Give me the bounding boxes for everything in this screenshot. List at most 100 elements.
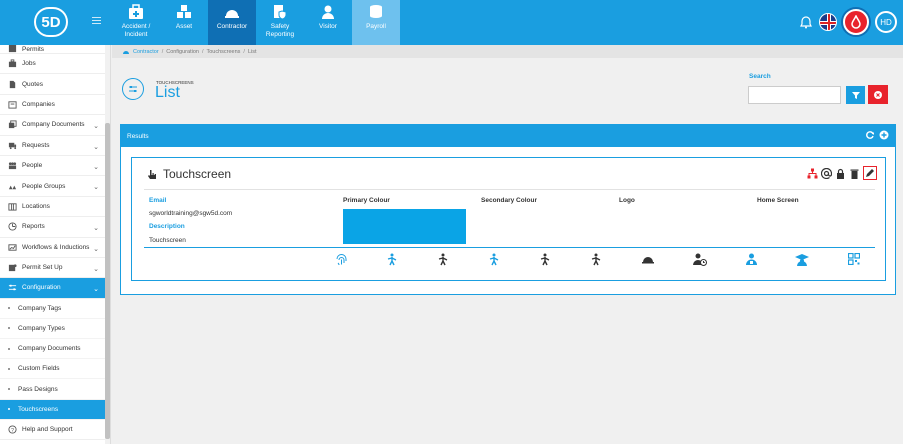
module-label: Payroll xyxy=(366,23,386,30)
uk-flag-icon[interactable] xyxy=(819,13,837,31)
hierarchy-button[interactable] xyxy=(807,168,818,179)
document-icon xyxy=(9,80,16,88)
home-screen-label: Home Screen xyxy=(757,197,799,204)
user-avatar[interactable]: HD xyxy=(875,11,897,33)
refresh-icon[interactable] xyxy=(865,130,875,140)
sidebar-item-configuration[interactable]: Configuration ⌄ xyxy=(0,278,110,299)
card-bottom-line xyxy=(144,247,875,248)
sidebar-subitem-company-types[interactable]: Company Types xyxy=(0,319,110,340)
chevron-down-icon: ⌄ xyxy=(93,143,99,151)
breadcrumb-touchscreens[interactable]: Touchscreens xyxy=(206,49,240,55)
sidebar-item-people[interactable]: People ⌄ xyxy=(0,156,110,177)
email-button[interactable] xyxy=(821,167,832,179)
permit-icon xyxy=(8,45,17,53)
sidebar-item-label: Quotes xyxy=(22,80,43,88)
sidebar-subitem-touchscreens[interactable]: Touchscreens xyxy=(0,399,110,420)
first-aid-kit-icon xyxy=(129,4,143,19)
sidebar-scrollbar[interactable] xyxy=(105,45,110,444)
bullet-icon xyxy=(8,367,10,370)
module-payroll[interactable]: Payroll xyxy=(352,0,400,45)
sidebar-subitem-company-tags[interactable]: Company Tags xyxy=(0,299,110,319)
sidebar-item-label: People xyxy=(22,162,43,170)
module-visitor[interactable]: Visitor xyxy=(304,0,352,45)
documents-icon xyxy=(8,120,17,129)
module-asset[interactable]: Asset xyxy=(160,0,208,45)
search-label: Search xyxy=(749,73,771,80)
sidebar-item-reports[interactable]: Reports ⌄ xyxy=(0,217,110,238)
person-badge-icon xyxy=(744,252,758,266)
sidebar-item-label: Configuration xyxy=(22,284,61,292)
walk-out-icon xyxy=(436,252,450,266)
add-icon[interactable] xyxy=(879,130,889,140)
at-sign-icon xyxy=(821,167,832,179)
module-safety-reporting[interactable]: Safety Reporting xyxy=(256,0,304,45)
sidebar-subitem-custom-fields[interactable]: Custom Fields xyxy=(0,359,110,380)
module-accident-incident[interactable]: Accident / Incident xyxy=(112,0,160,45)
chevron-down-icon: ⌄ xyxy=(93,286,99,294)
sidebar-item-requests[interactable]: Requests ⌄ xyxy=(0,136,110,156)
walk-out-icon-2 xyxy=(538,252,552,266)
breadcrumb-configuration[interactable]: Configuration xyxy=(166,49,199,55)
sidebar-item-people-groups[interactable]: People Groups ⌄ xyxy=(0,176,110,197)
page-header: TOUCHSCREENS List Search xyxy=(112,58,903,114)
module-label: Asset xyxy=(175,23,193,30)
sidebar-subitem-pass-designs[interactable]: Pass Designs xyxy=(0,379,110,400)
close-circle-icon xyxy=(874,90,882,99)
sidebar-item-permit-set-up[interactable]: Permit Set Up ⌄ xyxy=(0,258,110,279)
top-bar: 5D Accident / Incident Asset Contractor … xyxy=(0,0,903,45)
breadcrumb-separator: / xyxy=(161,48,164,55)
sidebar-item-label: Permits xyxy=(22,46,45,53)
boxes-icon xyxy=(177,5,191,18)
sidebar-subitem-label: Company Tags xyxy=(18,304,62,312)
sidebar-item-locations[interactable]: Locations xyxy=(0,197,110,218)
filter-button[interactable] xyxy=(846,86,865,104)
sidebar-item-company-documents[interactable]: Company Documents ⌄ xyxy=(0,115,110,136)
people-icon xyxy=(8,162,17,170)
search-input[interactable] xyxy=(748,86,841,104)
sidebar-item-permits[interactable]: Permits ⌄ xyxy=(0,45,110,54)
sidebar-item-workflows[interactable]: Workflows & Inductions ⌄ xyxy=(0,238,110,258)
breadcrumb-contractor[interactable]: Contractor xyxy=(133,49,159,55)
module-label: Safety Reporting xyxy=(265,23,295,38)
map-icon xyxy=(8,203,17,211)
delete-button[interactable] xyxy=(849,168,860,179)
bell-icon[interactable] xyxy=(799,15,813,29)
sidebar-item-companies[interactable]: Companies xyxy=(0,95,110,116)
logo-area: 5D xyxy=(0,0,110,45)
trash-icon xyxy=(850,169,859,179)
shield-clipboard-icon xyxy=(274,5,287,20)
scrollbar-thumb[interactable] xyxy=(105,123,110,439)
blood-drop-button[interactable] xyxy=(843,9,869,35)
sidebar-item-label: Requests xyxy=(22,141,50,149)
primary-colour-label: Primary Colour xyxy=(343,197,390,204)
sidebar-item-help[interactable]: ? Help and Support xyxy=(0,420,110,441)
email-label: Email xyxy=(149,197,167,204)
chevron-down-icon: ⌄ xyxy=(93,163,99,171)
module-label: Visitor xyxy=(319,23,337,30)
sidebar-item-jobs[interactable]: Jobs xyxy=(0,54,110,75)
bullet-icon xyxy=(8,307,10,310)
touchscreen-card: Touchscreen Email sgworldtraining@sgw5d.… xyxy=(131,157,886,281)
sidebar-item-label: Help and Support xyxy=(22,426,73,433)
svg-text:?: ? xyxy=(11,428,14,434)
app-logo[interactable]: 5D xyxy=(34,7,68,37)
touch-hand-icon xyxy=(148,169,156,179)
person-clock-icon xyxy=(693,252,707,266)
sidebar-subitem-company-documents[interactable]: Company Documents xyxy=(0,339,110,360)
edit-button[interactable] xyxy=(863,166,877,180)
pencil-icon xyxy=(866,169,874,177)
sidebar-subitem-label: Pass Designs xyxy=(18,385,58,393)
clear-search-button[interactable] xyxy=(868,85,888,104)
lock-button[interactable] xyxy=(835,168,846,179)
sidebar-item-quotes[interactable]: Quotes xyxy=(0,74,110,95)
results-actions xyxy=(865,130,889,140)
bullet-icon xyxy=(8,388,10,391)
module-contractor[interactable]: Contractor xyxy=(208,0,256,45)
bullet-icon xyxy=(8,408,10,411)
chevron-down-icon: ⌄ xyxy=(93,184,99,192)
menu-toggle-icon[interactable] xyxy=(92,17,101,26)
walk-in-icon-2 xyxy=(487,252,501,266)
sidebar: Permits ⌄ Jobs Quotes Companies Company … xyxy=(0,45,111,444)
help-icon: ? xyxy=(8,425,17,434)
bullet-icon xyxy=(8,327,10,330)
